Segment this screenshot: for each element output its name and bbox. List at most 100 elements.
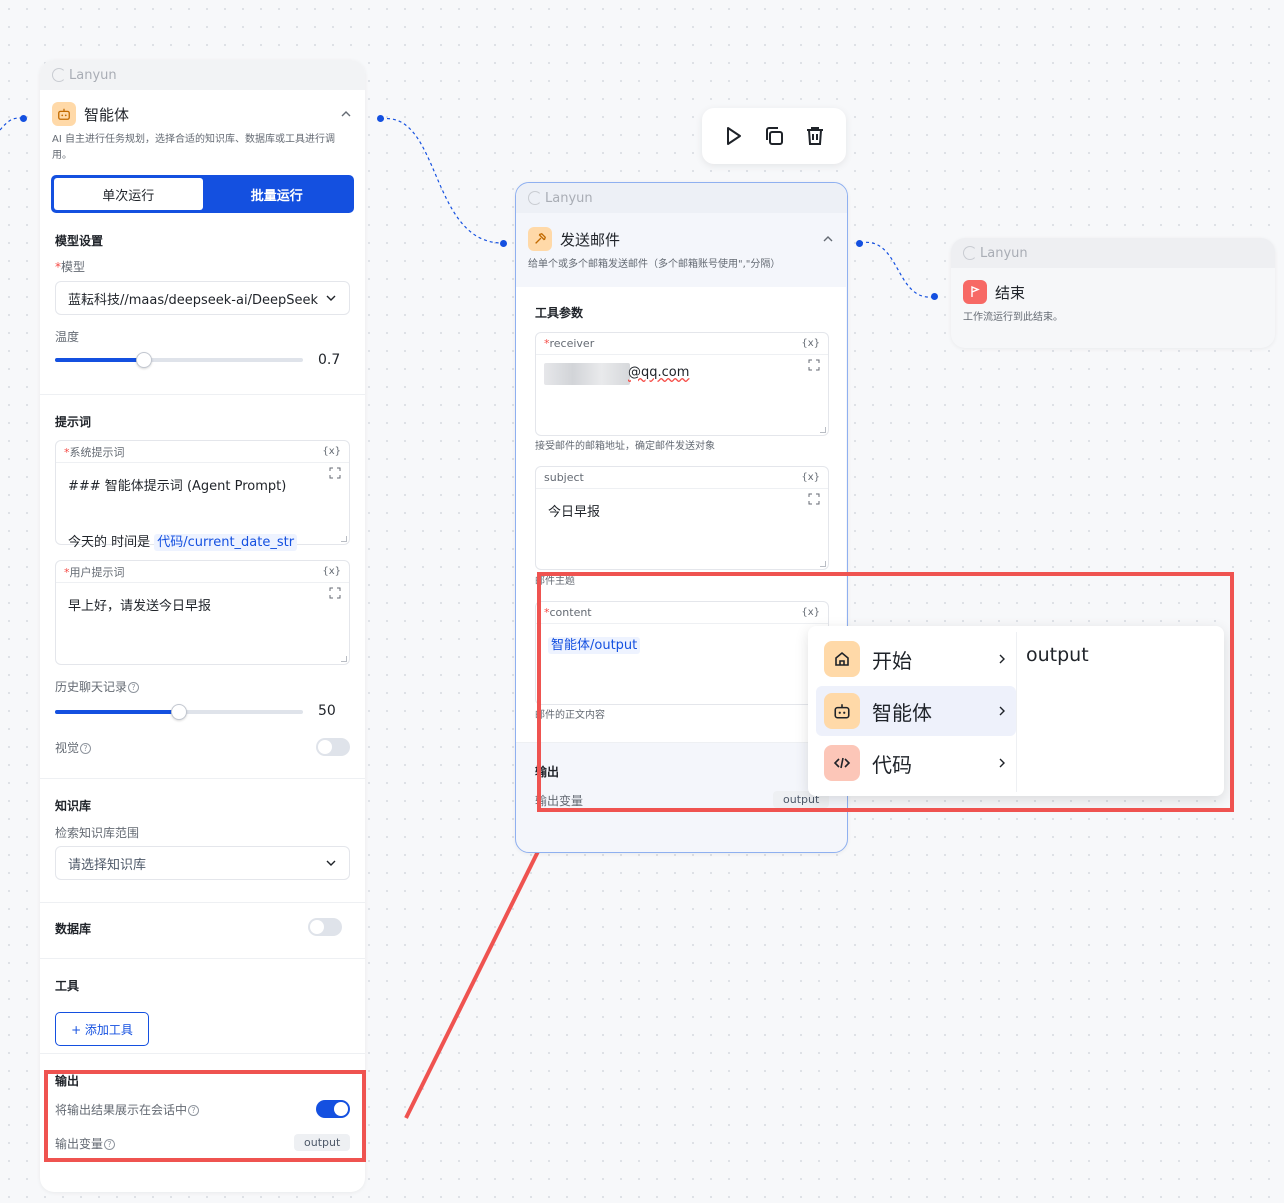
model-label: *模型 [55, 260, 86, 274]
temperature-slider-handle[interactable] [136, 352, 153, 368]
temperature-value: 0.7 [318, 352, 341, 368]
email-output-title: 输出 [535, 765, 560, 779]
system-prompt-field[interactable]: *系统提示词 {x} ### 智能体提示词 (Agent Prompt) 今天的 … [55, 440, 350, 551]
collapse-chevron-icon[interactable] [339, 107, 353, 121]
receiver-field[interactable]: *receiver {x} @qq.com [535, 332, 829, 436]
content-field[interactable]: *content {x} 智能体/output [535, 601, 829, 705]
show-output-toggle[interactable] [316, 1100, 350, 1118]
agent-input-port[interactable] [20, 115, 27, 122]
play-icon [726, 127, 741, 145]
temperature-label: 温度 [55, 330, 80, 344]
insert-variable-button[interactable]: {x} [801, 338, 820, 349]
content-value: 智能体/output [548, 634, 641, 654]
help-icon: ? [128, 682, 140, 693]
end-input-port[interactable] [931, 293, 938, 300]
help-icon: ? [104, 1139, 116, 1150]
copy-icon [765, 127, 783, 145]
end-node[interactable]: Lanyun 结束 工作流运行到此结束。 [951, 238, 1275, 348]
help-icon: ? [188, 1105, 200, 1116]
history-value: 50 [318, 703, 336, 719]
node-brand: Lanyun [40, 60, 365, 90]
subject-hint: 邮件主题 [535, 576, 575, 587]
chevron-down-icon [326, 295, 336, 301]
output-var-label: 输出变量? [55, 1135, 116, 1152]
agent-title: 智能体 [84, 105, 130, 124]
tool-params-title: 工具参数 [535, 306, 584, 320]
insert-variable-button[interactable]: {x} [801, 472, 820, 483]
expand-icon[interactable] [808, 359, 820, 371]
vision-label: 视觉? [55, 739, 92, 756]
output-var-badge: output [294, 1134, 351, 1151]
dd-sub-output[interactable]: output [1026, 644, 1089, 666]
node-toolbar [702, 108, 846, 164]
dd-item-agent[interactable]: 智能体 [816, 686, 1016, 736]
redacted-email-blur [544, 363, 630, 385]
hammer-icon [528, 227, 552, 251]
db-toggle[interactable] [308, 918, 342, 936]
agent-node[interactable]: Lanyun 智能体 AI 自主进行任务规划，选择合适的知识库、数据库或工具进行… [40, 60, 365, 1192]
chevron-right-icon [999, 654, 1005, 664]
brand-logo-icon [963, 246, 977, 260]
node-brand: Lanyun [516, 183, 847, 213]
dd-item-code[interactable]: 代码 [816, 738, 1016, 788]
insert-variable-button[interactable]: {x} [801, 607, 820, 618]
expand-icon[interactable] [329, 467, 341, 479]
model-select[interactable]: 蓝耘科技//maas/deepseek-ai/DeepSeek [55, 281, 350, 315]
send-email-node[interactable]: Lanyun 发送邮件 给单个或多个邮箱发送邮件（多个邮箱账号使用","分隔） … [515, 182, 848, 853]
brand-logo-icon [52, 68, 66, 82]
home-icon [824, 641, 860, 677]
user-prompt-field[interactable]: *用户提示词 {x} 早上好，请发送今日早报 [55, 560, 350, 665]
dd-item-start[interactable]: 开始 [816, 634, 1016, 684]
robot-icon [824, 693, 860, 729]
insert-variable-button[interactable]: {x} [322, 446, 341, 457]
system-prompt-line2: 今天的 时间是 代码/current_date_str [68, 531, 298, 551]
copy-button[interactable] [760, 122, 788, 150]
db-section-title: 数据库 [55, 922, 92, 936]
subject-field[interactable]: subject {x} 今日早报 [535, 466, 829, 570]
history-slider[interactable] [55, 704, 303, 720]
subject-value: 今日早报 [548, 505, 601, 520]
chevron-right-icon [999, 758, 1005, 768]
temperature-slider[interactable] [55, 352, 303, 368]
model-section-title: 模型设置 [55, 234, 104, 248]
chevron-right-icon [999, 706, 1005, 716]
run-mode-tabs: 单次运行 批量运行 [51, 175, 354, 213]
tools-section-title: 工具 [55, 979, 80, 993]
agent-output-port[interactable] [377, 115, 384, 122]
brand-logo-icon [528, 191, 542, 205]
expand-icon[interactable] [808, 493, 820, 505]
add-tool-button[interactable]: + 添加工具 [55, 1012, 149, 1046]
run-button[interactable] [719, 122, 747, 150]
email-title: 发送邮件 [560, 230, 621, 249]
insert-variable-button[interactable]: {x} [322, 566, 341, 577]
prompt-section-title: 提示词 [55, 415, 92, 429]
show-output-label: 将输出结果展示在会话中? [55, 1101, 200, 1118]
end-description: 工作流运行到此结束。 [963, 312, 1063, 323]
delete-button[interactable] [801, 122, 829, 150]
vision-toggle[interactable] [316, 738, 350, 756]
tab-single-run[interactable]: 单次运行 [54, 178, 203, 210]
email-output-port[interactable] [856, 240, 863, 247]
robot-icon [52, 102, 76, 126]
history-label: 历史聊天记录? [55, 678, 140, 695]
flag-icon [963, 280, 987, 304]
receiver-hint: 接受邮件的邮箱地址，确定邮件发送对象 [535, 441, 715, 452]
trash-icon [807, 127, 824, 145]
variable-picker-dropdown: 开始 智能体 代码 output [808, 626, 1224, 796]
email-input-port[interactable] [500, 240, 507, 247]
user-prompt-value: 早上好，请发送今日早报 [68, 599, 212, 614]
kb-select[interactable]: 请选择知识库 [55, 846, 350, 880]
collapse-chevron-icon[interactable] [821, 232, 835, 246]
end-title: 结束 [995, 283, 1026, 302]
email-description: 给单个或多个邮箱发送邮件（多个邮箱账号使用","分隔） [528, 259, 781, 270]
email-output-var-label: 输出变量 [535, 794, 584, 808]
chevron-down-icon [326, 860, 336, 866]
content-hint: 邮件的正文内容 [535, 710, 605, 721]
expand-icon[interactable] [329, 587, 341, 599]
history-slider-handle[interactable] [171, 704, 187, 720]
receiver-value: @qq.com [628, 365, 690, 380]
tab-batch-run[interactable]: 批量运行 [203, 178, 352, 210]
code-icon [824, 745, 860, 781]
kb-section-title: 知识库 [55, 799, 92, 813]
agent-description: AI 自主进行任务规划，选择合适的知识库、数据库或工具进行调用。 [52, 134, 335, 161]
